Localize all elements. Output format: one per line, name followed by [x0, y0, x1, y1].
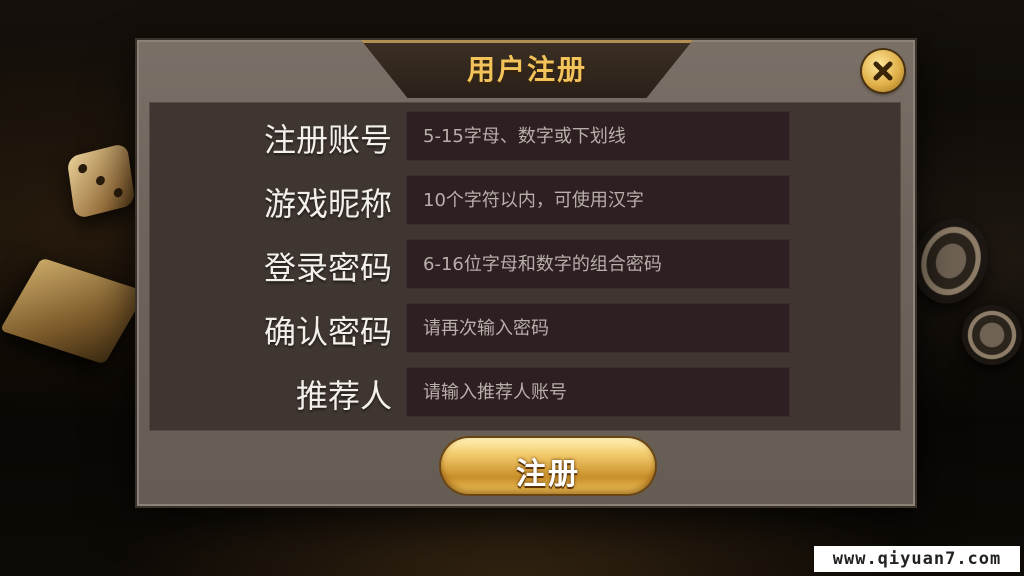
- poker-chip-decoration: [962, 305, 1022, 365]
- password-input[interactable]: [406, 239, 790, 289]
- form-row-nickname: 游戏昵称: [150, 175, 900, 227]
- register-button[interactable]: 注册: [441, 438, 655, 494]
- register-button-label: 注册: [516, 457, 580, 492]
- poker-chip-decoration: [902, 208, 1000, 314]
- watermark: www.qiyuan7.com: [814, 546, 1020, 572]
- close-button[interactable]: [862, 50, 904, 92]
- nickname-label: 游戏昵称: [263, 185, 392, 223]
- form-panel: 注册账号 游戏昵称 登录密码 确认密码 推荐人: [149, 102, 901, 431]
- form-row-referrer: 推荐人: [150, 367, 900, 419]
- dialog-title: 用户注册: [466, 53, 587, 86]
- account-label: 注册账号: [263, 121, 392, 159]
- game-background: 用户注册 注册账号 游戏昵称 登录密码 确认密码: [0, 0, 1024, 576]
- dice-decoration: [66, 142, 136, 220]
- account-input[interactable]: [406, 111, 790, 161]
- close-icon: [873, 61, 893, 81]
- form-row-password: 登录密码: [150, 239, 900, 291]
- register-dialog: 用户注册 注册账号 游戏昵称 登录密码 确认密码: [137, 40, 915, 506]
- title-tab: 用户注册: [361, 40, 693, 98]
- referrer-input[interactable]: [406, 367, 790, 417]
- confirm-password-input[interactable]: [406, 303, 790, 353]
- playing-card-decoration: [0, 257, 147, 365]
- referrer-label: 推荐人: [295, 377, 392, 415]
- form-row-account: 注册账号: [150, 111, 900, 163]
- form-row-confirm-password: 确认密码: [150, 303, 900, 355]
- password-label: 登录密码: [263, 249, 392, 287]
- nickname-input[interactable]: [406, 175, 790, 225]
- confirm-password-label: 确认密码: [263, 313, 392, 351]
